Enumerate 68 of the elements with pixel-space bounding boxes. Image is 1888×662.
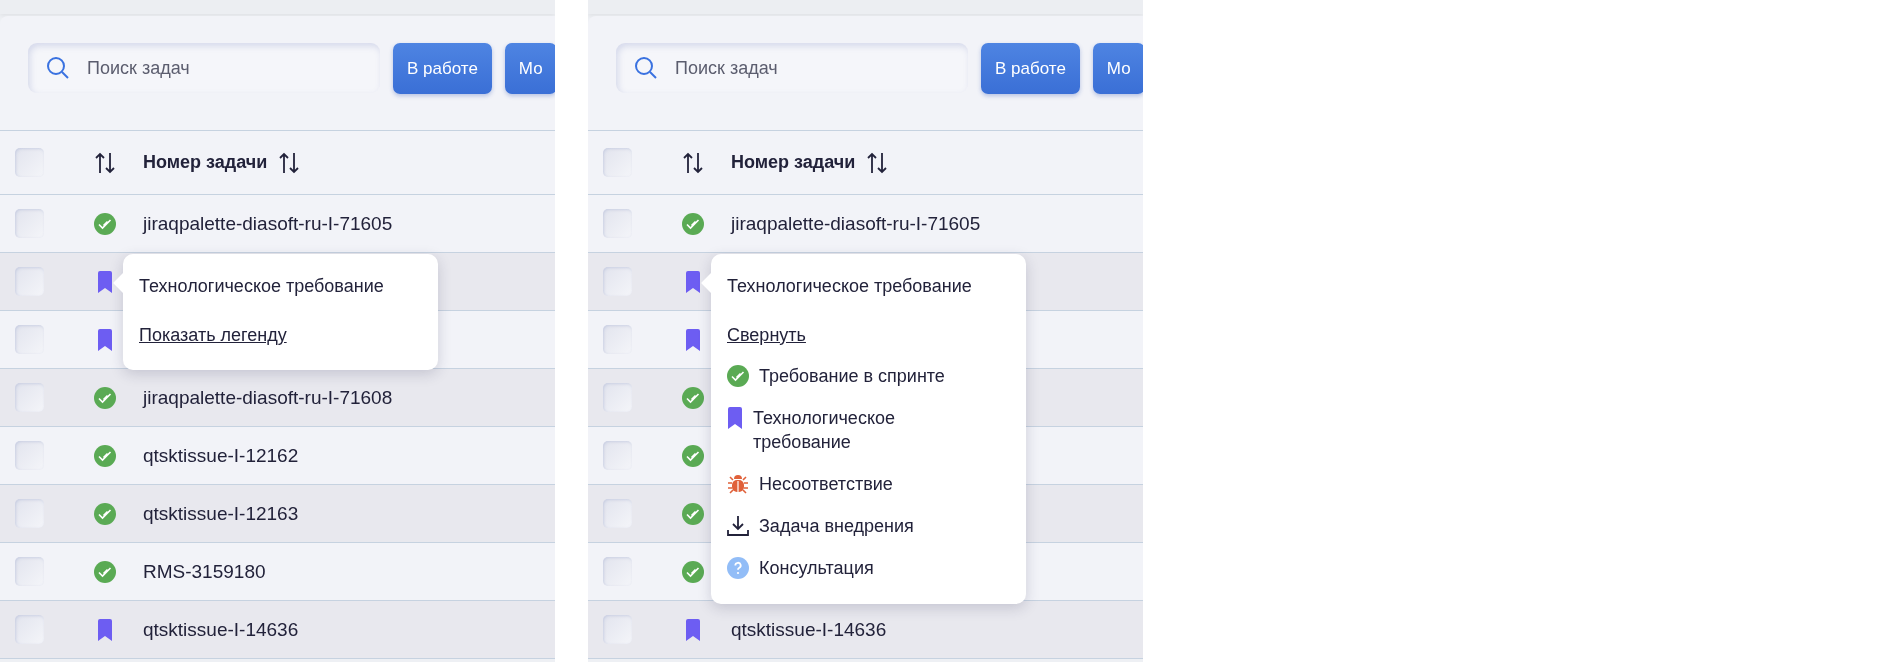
check-circle-icon <box>681 212 704 235</box>
search-field[interactable]: Поиск задач <box>28 43 380 93</box>
check-circle-icon <box>93 560 116 583</box>
bookmark-icon <box>96 270 113 293</box>
popover-title: Технологическое требование <box>139 276 385 297</box>
row-checkbox[interactable] <box>15 383 44 412</box>
filter-button[interactable]: В работе <box>393 43 492 94</box>
bookmark-icon <box>684 618 701 641</box>
check-circle-icon <box>93 212 116 235</box>
bookmark-icon <box>727 407 743 429</box>
filter-button[interactable]: Мо <box>504 43 555 94</box>
row-checkbox[interactable] <box>603 383 632 412</box>
sort-icon[interactable] <box>867 151 888 174</box>
task-number[interactable]: qtsktissue-I-12162 <box>143 444 299 467</box>
row-checkbox[interactable] <box>15 441 44 470</box>
row-checkbox[interactable] <box>15 267 44 296</box>
check-circle-icon <box>681 444 704 467</box>
select-all-checkbox[interactable] <box>15 148 44 177</box>
download-icon <box>727 515 749 537</box>
check-circle-icon <box>681 386 704 409</box>
filter-button[interactable]: В работе <box>981 43 1080 94</box>
bug-icon <box>727 473 749 495</box>
search-field[interactable]: Поиск задач <box>616 43 968 93</box>
row-checkbox[interactable] <box>15 557 44 586</box>
row-checkbox[interactable] <box>603 557 632 586</box>
task-number[interactable]: qtsktissue-I-12163 <box>143 502 299 525</box>
task-number[interactable]: qtsktissue-I-14636 <box>143 618 299 641</box>
column-header[interactable]: Номер задачи <box>143 152 268 173</box>
row-checkbox[interactable] <box>603 499 632 528</box>
task-number[interactable]: jiraqpalette-diasoft-ru-I-71608 <box>143 386 393 409</box>
popover-title: Технологическое требование <box>727 276 973 297</box>
row-checkbox[interactable] <box>15 499 44 528</box>
row-checkbox[interactable] <box>603 615 632 644</box>
row-checkbox[interactable] <box>603 267 632 296</box>
question-circle-icon <box>727 557 749 579</box>
check-circle-icon <box>681 502 704 525</box>
task-number[interactable]: jiraqpalette-diasoft-ru-I-71605 <box>731 212 981 235</box>
task-number[interactable]: RMS-3159180 <box>143 560 266 583</box>
sort-icon[interactable] <box>682 151 703 174</box>
legend-label: Несоответствие <box>759 473 894 496</box>
legend-label: Консультация <box>759 557 875 580</box>
row-checkbox[interactable] <box>603 325 632 354</box>
check-circle-icon <box>93 444 116 467</box>
legend-label: Требование в спринте <box>759 365 946 388</box>
row-checkbox[interactable] <box>15 209 44 238</box>
sort-icon[interactable] <box>279 151 300 174</box>
bookmark-icon <box>684 270 701 293</box>
row-checkbox[interactable] <box>603 441 632 470</box>
legend-link[interactable]: Показать легенду <box>139 325 287 346</box>
check-circle-icon <box>93 386 116 409</box>
check-circle-icon <box>727 365 749 387</box>
row-checkbox[interactable] <box>15 325 44 354</box>
filter-button[interactable]: Мо <box>1092 43 1143 94</box>
column-header[interactable]: Номер задачи <box>731 152 856 173</box>
check-circle-icon <box>93 502 116 525</box>
bookmark-icon <box>684 328 701 351</box>
row-checkbox[interactable] <box>15 615 44 644</box>
legend-label: Задача внедрения <box>759 515 915 538</box>
task-number[interactable]: qtsktissue-I-14636 <box>731 618 887 641</box>
task-number[interactable]: jiraqpalette-diasoft-ru-I-71605 <box>143 212 393 235</box>
bookmark-icon <box>96 618 113 641</box>
legend-label: Технологическое требование <box>753 407 896 454</box>
legend-link[interactable]: Свернуть <box>727 325 806 346</box>
row-checkbox[interactable] <box>603 209 632 238</box>
select-all-checkbox[interactable] <box>603 148 632 177</box>
check-circle-icon <box>681 560 704 583</box>
bookmark-icon <box>96 328 113 351</box>
sort-icon[interactable] <box>94 151 115 174</box>
